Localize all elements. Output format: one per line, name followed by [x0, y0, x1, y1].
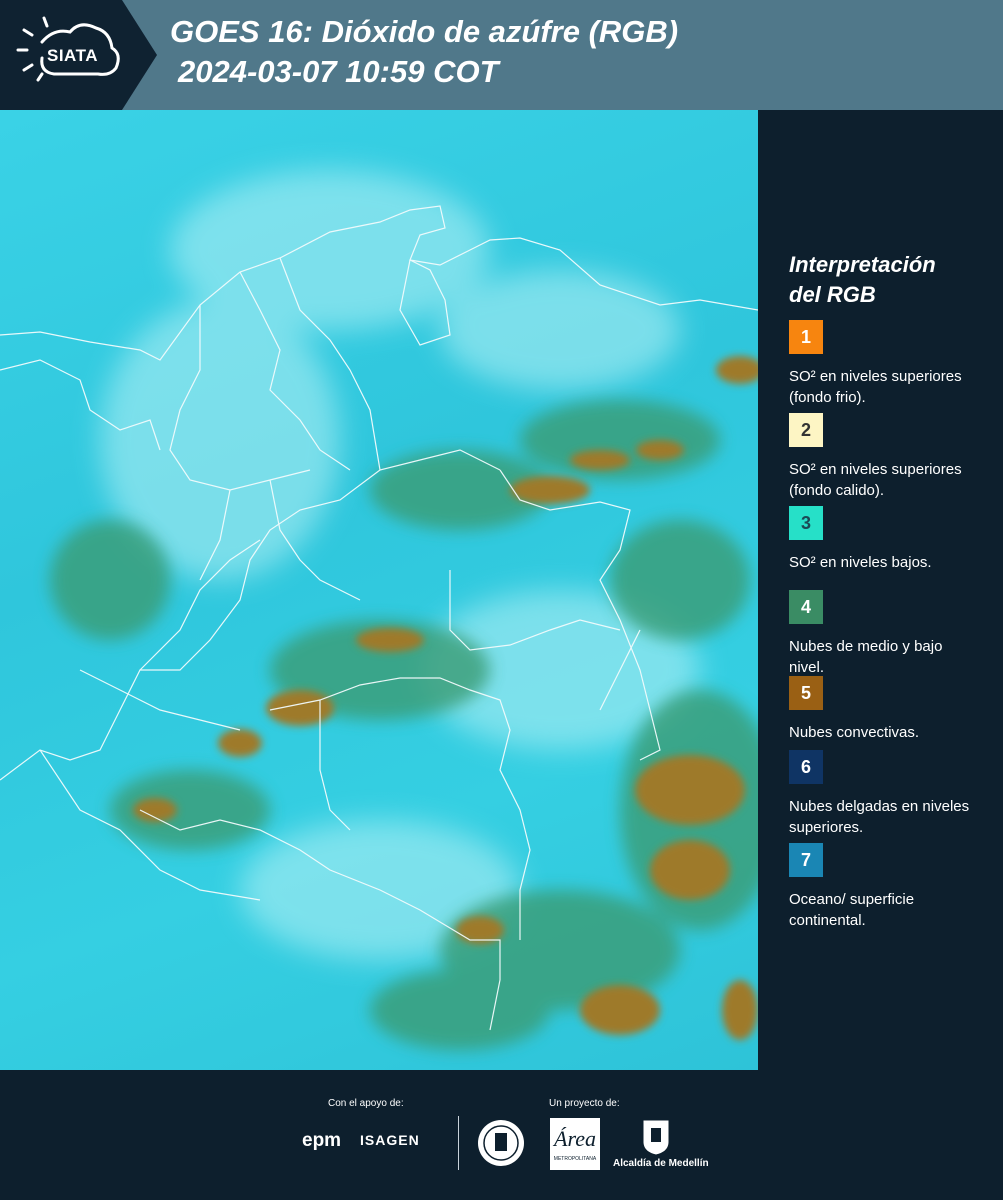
area-metropolitana-logo: Área METROPOLITANA	[550, 1118, 600, 1170]
legend-item-2: 2 SO² en niveles superiores (fondo calido…	[789, 413, 979, 501]
legend-text: SO² en niveles superiores (fondo frio).	[789, 368, 962, 406]
footer-divider	[458, 1116, 459, 1170]
support-label: Con el apoyo de:	[328, 1098, 404, 1109]
legend-text: Nubes convectivas.	[789, 724, 920, 741]
medellin-seal-icon	[478, 1120, 524, 1166]
siata-logo: SIATA	[0, 0, 157, 110]
legend-swatch: 3	[789, 506, 823, 540]
legend-title: Interpretación del RGB	[789, 250, 936, 310]
legend-swatch: 1	[789, 320, 823, 354]
page-timestamp: 2024-03-07 10:59 COT	[178, 54, 499, 89]
map-image	[0, 170, 758, 1050]
legend-title-line1: Interpretación	[789, 252, 936, 277]
legend-item-1: 1 SO² en niveles superiores (fondo frio).	[789, 320, 979, 408]
epm-logo: epm	[302, 1130, 342, 1151]
svg-text:Área: Área	[552, 1126, 596, 1151]
legend-swatch: 5	[789, 676, 823, 710]
satellite-map	[0, 110, 758, 1070]
legend-text: SO² en niveles bajos.	[789, 554, 932, 571]
legend-item-7: 7 Oceano/ superficie continental.	[789, 843, 979, 931]
header-bar: SIATA GOES 16: Dióxido de azúfre (RGB) 2…	[0, 0, 1003, 110]
legend-text: SO² en niveles superiores (fondo calido)…	[789, 461, 962, 499]
legend-swatch: 6	[789, 750, 823, 784]
isagen-logo: ISAGEN	[360, 1132, 420, 1148]
footer: Con el apoyo de: Un proyecto de: epm ISA…	[0, 1070, 1003, 1200]
legend-item-4: 4 Nubes de medio y bajo nivel.	[789, 590, 979, 678]
svg-text:METROPOLITANA: METROPOLITANA	[554, 1156, 597, 1162]
legend-swatch: 4	[789, 590, 823, 624]
legend-title-line2: del RGB	[789, 282, 876, 307]
alcaldia-label: Alcaldía de Medellín	[613, 1158, 709, 1169]
legend-item-3: 3 SO² en niveles bajos.	[789, 506, 979, 573]
legend-text: Oceano/ superficie continental.	[789, 891, 915, 929]
legend-swatch: 7	[789, 843, 823, 877]
logo-text: SIATA	[47, 46, 98, 65]
legend-text: Nubes de medio y bajo nivel.	[789, 638, 943, 676]
legend-swatch: 2	[789, 413, 823, 447]
legend-item-5: 5 Nubes convectivas.	[789, 676, 979, 743]
page-title: GOES 16: Dióxido de azúfre (RGB)	[170, 14, 679, 49]
legend-item-6: 6 Nubes delgadas en niveles superiores.	[789, 750, 979, 838]
legend-text: Nubes delgadas en niveles superiores.	[789, 798, 970, 836]
alcaldia-shield-icon	[642, 1119, 670, 1156]
project-label: Un proyecto de:	[549, 1098, 620, 1109]
